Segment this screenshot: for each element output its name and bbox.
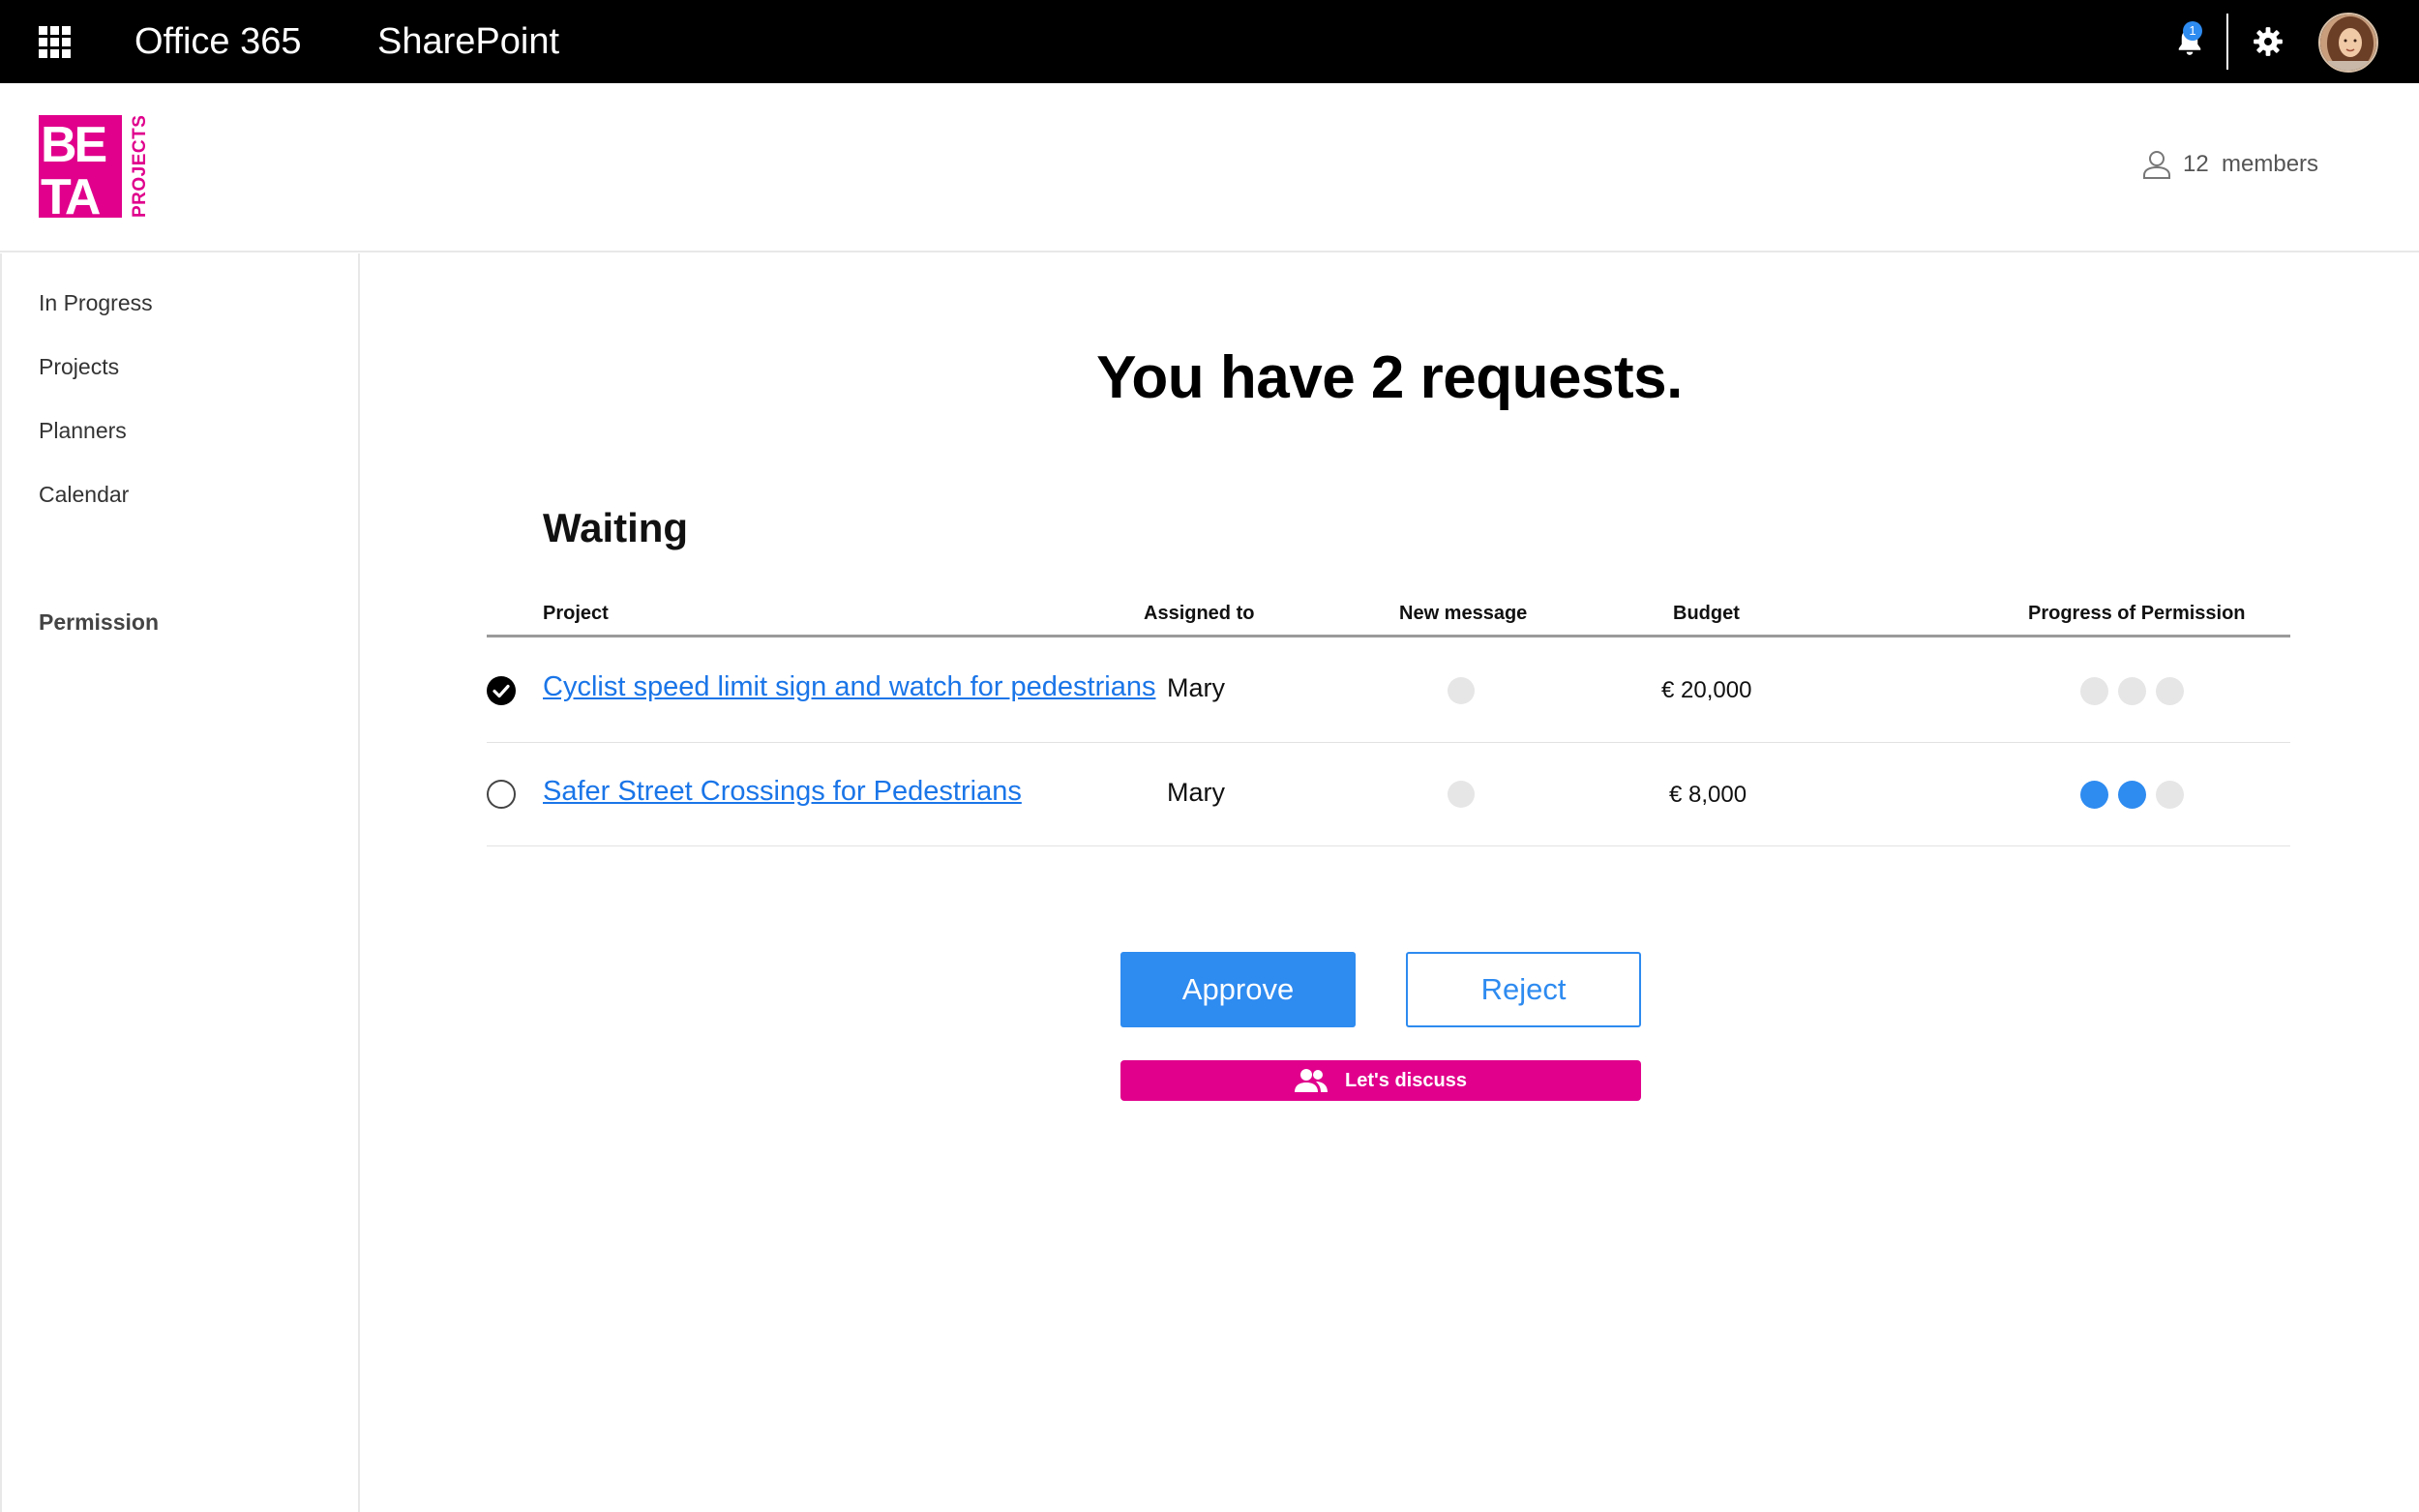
top-bar: Office 365 SharePoint 1: [0, 0, 2419, 83]
notification-badge: 1: [2183, 21, 2202, 41]
sidebar: In Progress Projects Planners Calendar P…: [0, 253, 360, 1512]
avatar[interactable]: [2318, 13, 2378, 73]
permission-progress: [2080, 677, 2184, 705]
row-select-checkbox[interactable]: [487, 676, 516, 705]
site-header: [0, 83, 2419, 252]
column-header-assigned-to: Assigned to: [1144, 603, 1255, 624]
progress-step: [2118, 677, 2146, 705]
row-select-radio[interactable]: [487, 780, 516, 809]
logo-subtext: PROJECTS: [130, 115, 150, 218]
discuss-label: Let's discuss: [1345, 1069, 1467, 1091]
new-message-indicator[interactable]: [1448, 781, 1475, 808]
gear-icon[interactable]: [2252, 25, 2285, 58]
progress-step: [2156, 677, 2184, 705]
row-divider: [487, 742, 2290, 743]
check-icon: [493, 684, 510, 698]
sidebar-item-calendar[interactable]: Calendar: [39, 482, 129, 508]
permission-progress: [2080, 781, 2184, 809]
members-count: 12 members: [2183, 151, 2319, 177]
assigned-to: Mary: [1167, 778, 1225, 807]
sidebar-item-projects[interactable]: Projects: [39, 354, 119, 380]
person-icon: [2143, 151, 2170, 179]
section-title: Waiting: [543, 505, 689, 550]
column-header-new-message: New message: [1399, 603, 1528, 624]
assigned-to: Mary: [1167, 673, 1225, 702]
progress-step: [2080, 781, 2108, 809]
discuss-button[interactable]: Let's discuss: [1120, 1060, 1641, 1101]
column-header-progress: Progress of Permission: [2028, 603, 2246, 624]
row-divider: [487, 845, 2290, 846]
sidebar-item-planners[interactable]: Planners: [39, 418, 127, 444]
members-button[interactable]: 12 members: [2142, 147, 2318, 182]
page-title: You have 2 requests.: [1096, 344, 1683, 411]
logo-text-bottom: TA: [41, 169, 101, 222]
beta-projects-logo[interactable]: BE TA PROJECTS: [37, 113, 151, 222]
project-link[interactable]: Cyclist speed limit sign and watch for p…: [543, 671, 1155, 703]
column-header-budget: Budget: [1673, 603, 1740, 624]
progress-step: [2080, 677, 2108, 705]
budget-value: € 8,000: [1669, 782, 1747, 808]
sidebar-item-permission[interactable]: Permission: [39, 609, 159, 636]
approve-button[interactable]: Approve: [1120, 952, 1356, 1027]
app-launcher-icon[interactable]: [39, 26, 71, 58]
reject-button[interactable]: Reject: [1406, 952, 1641, 1027]
progress-step: [2118, 781, 2146, 809]
logo-text-top: BE: [41, 117, 106, 173]
progress-step: [2156, 781, 2184, 809]
budget-value: € 20,000: [1661, 677, 1752, 703]
new-message-indicator[interactable]: [1448, 677, 1475, 704]
people-icon: [1295, 1069, 1329, 1092]
sidebar-item-in-progress[interactable]: In Progress: [39, 290, 153, 316]
table-header-divider: [487, 635, 2290, 637]
suite-title[interactable]: Office 365: [134, 19, 302, 64]
project-link[interactable]: Safer Street Crossings for Pedestrians: [543, 776, 1022, 808]
app-title[interactable]: SharePoint: [377, 19, 559, 64]
topbar-divider: [2226, 14, 2228, 70]
column-header-project: Project: [543, 603, 609, 624]
